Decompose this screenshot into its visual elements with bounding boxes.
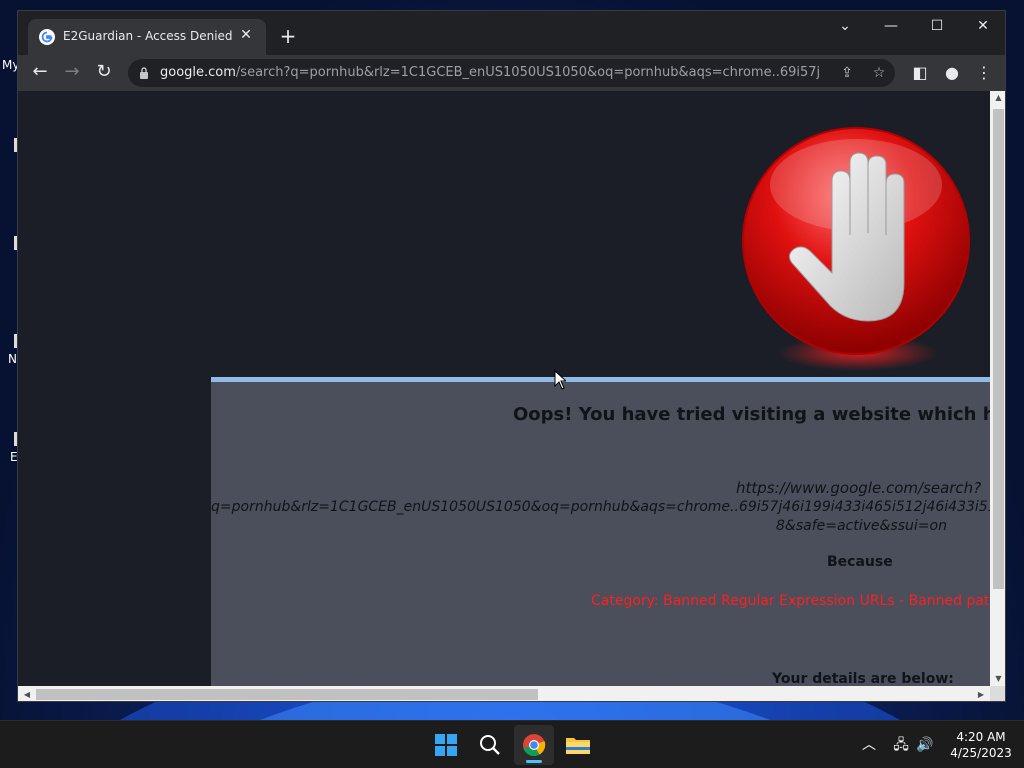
maximize-button[interactable]: ☐ <box>914 11 960 41</box>
show-hidden-icons-button[interactable]: ︿ <box>858 731 880 759</box>
scroll-right-arrow[interactable]: ▶ <box>974 686 988 701</box>
minimize-button[interactable]: — <box>868 11 914 41</box>
profile-icon[interactable]: ● <box>940 61 964 85</box>
blocked-url-line: https://www.google.com/search? <box>736 479 982 497</box>
details-heading: Your details are below: <box>772 671 954 686</box>
side-panel-icon[interactable]: ◧ <box>908 61 932 85</box>
scroll-up-arrow[interactable]: ▲ <box>990 91 1005 105</box>
scroll-left-arrow[interactable]: ◀ <box>20 686 34 701</box>
bookmark-star-icon[interactable]: ☆ <box>869 63 889 83</box>
vertical-scroll-thumb[interactable] <box>993 109 1004 589</box>
network-icon[interactable]: 🖧 <box>890 731 912 759</box>
close-window-button[interactable]: ✕ <box>960 11 1005 41</box>
browser-toolbar: ← → ↻ google.com/search?q=pornhub&rlz=1C… <box>18 55 1005 91</box>
active-indicator <box>526 760 542 763</box>
scrollbar-corner <box>990 686 1005 701</box>
address-url: google.com/search?q=pornhub&rlz=1C1GCEB_… <box>160 65 820 80</box>
tab-title: E2Guardian - Access Denied <box>63 29 233 43</box>
close-tab-icon[interactable]: ✕ <box>236 25 256 45</box>
url-host: google.com <box>160 65 236 80</box>
google-icon <box>39 29 55 45</box>
browser-window: E2Guardian - Access Denied ✕ + ⌄ — ☐ ✕ ←… <box>17 10 1006 702</box>
new-tab-button[interactable]: + <box>276 25 300 49</box>
lock-icon <box>140 67 148 79</box>
clock-date: 4/25/2023 <box>950 746 1012 760</box>
vertical-scrollbar[interactable]: ▲ ▼ <box>990 91 1005 686</box>
search-button[interactable] <box>470 725 510 765</box>
system-clock[interactable]: 4:20 AM 4/25/2023 <box>946 729 1016 761</box>
access-denied-panel: Oops! You have tried visiting a website … <box>211 377 990 686</box>
horizontal-scroll-thumb[interactable] <box>36 689 538 700</box>
because-label: Because <box>827 554 893 570</box>
clock-time: 4:20 AM <box>956 730 1006 744</box>
url-path: /search?q=pornhub&rlz=1C1GCEB_enUS1050US… <box>235 65 820 80</box>
scroll-down-arrow[interactable]: ▼ <box>990 672 1005 686</box>
folder-icon <box>566 738 590 754</box>
volume-icon[interactable]: 🔊 <box>914 731 936 759</box>
horizontal-scrollbar[interactable]: ◀ ▶ <box>18 686 990 701</box>
stop-hand-icon <box>742 127 970 371</box>
search-icon <box>480 735 500 755</box>
desktop-icon-label: N <box>8 352 17 366</box>
block-reason: Category: Banned Regular Expression URLs… <box>591 593 990 609</box>
file-explorer-taskbar-app[interactable] <box>558 725 598 765</box>
start-button[interactable] <box>426 725 466 765</box>
denied-heading: Oops! You have tried visiting a website … <box>513 404 990 425</box>
address-bar[interactable]: google.com/search?q=pornhub&rlz=1C1GCEB_… <box>128 59 895 87</box>
share-icon[interactable]: ⇪ <box>837 63 857 83</box>
forward-button[interactable]: → <box>60 61 84 85</box>
tab-search-button[interactable]: ⌄ <box>822 11 868 41</box>
page-viewport: Oops! You have tried visiting a website … <box>18 91 990 686</box>
chrome-icon <box>523 734 546 757</box>
blocked-url-line: 8&safe=active&ssui=on <box>776 518 947 534</box>
mouse-cursor-icon <box>554 370 566 390</box>
back-button[interactable]: ← <box>28 61 52 85</box>
windows-logo-icon <box>435 734 457 756</box>
blocked-url-line: q=pornhub&rlz=1C1GCEB_enUS1050US1050&oq=… <box>211 499 990 515</box>
tab-e2guardian[interactable]: E2Guardian - Access Denied ✕ <box>28 19 266 55</box>
taskbar: ︿ 🖧 🔊 4:20 AM 4/25/2023 <box>0 720 1024 768</box>
tab-strip: E2Guardian - Access Denied ✕ + ⌄ — ☐ ✕ <box>18 11 1005 55</box>
reload-button[interactable]: ↻ <box>92 61 116 85</box>
chrome-taskbar-app[interactable] <box>514 725 554 765</box>
menu-kebab-icon[interactable]: ⋮ <box>972 61 996 85</box>
